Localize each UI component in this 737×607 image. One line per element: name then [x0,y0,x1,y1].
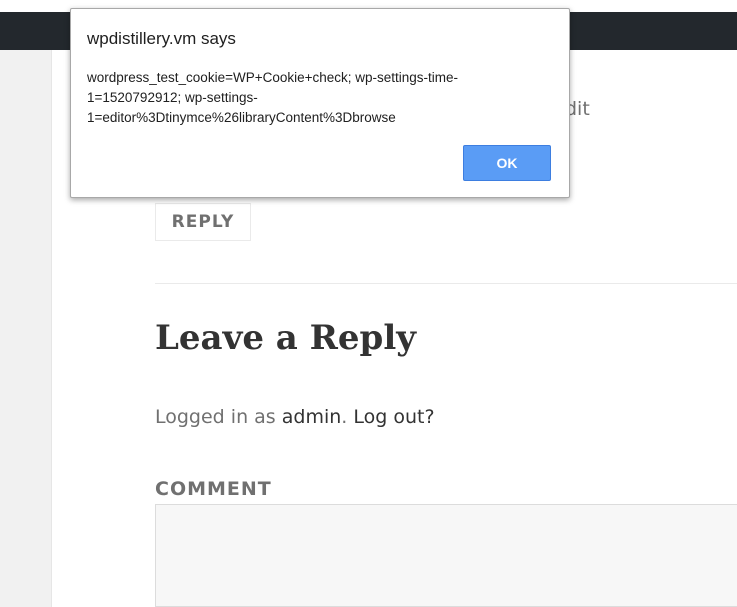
divider [155,283,737,284]
logged-in-as: Logged in as admin. Log out? [155,406,435,428]
logged-in-prefix: Logged in as [155,406,276,428]
comment-textarea[interactable] [155,504,737,607]
dialog-message: wordpress_test_cookie=WP+Cookie+check; w… [87,70,459,125]
reply-button[interactable]: REPLY [155,203,251,241]
admin-user-link[interactable]: admin [282,406,342,428]
page-sidebar [0,50,52,607]
reply-title: Leave a Reply [155,318,416,358]
alert-dialog: wpdistillery.vm says wordpress_test_cook… [70,8,570,198]
ok-button[interactable]: OK [463,145,551,181]
comment-label: COMMENT [155,478,272,500]
dialog-title: wpdistillery.vm says [87,29,236,48]
separator: . [341,406,348,428]
logout-link[interactable]: Log out? [353,406,434,428]
